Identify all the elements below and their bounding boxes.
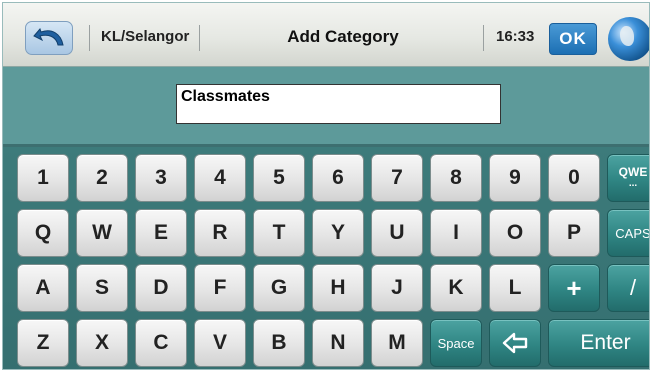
key-o[interactable]: O: [489, 209, 541, 257]
header-divider: [199, 25, 200, 51]
key-m[interactable]: M: [371, 319, 423, 367]
key-l[interactable]: L: [489, 264, 541, 312]
key-1[interactable]: 1: [17, 154, 69, 202]
key-y[interactable]: Y: [312, 209, 364, 257]
key-b[interactable]: B: [253, 319, 305, 367]
key-3[interactable]: 3: [135, 154, 187, 202]
layout-dots: ...: [628, 178, 638, 189]
layout-switch-button[interactable]: QWE ...: [607, 154, 649, 202]
key-k[interactable]: K: [430, 264, 482, 312]
header-divider: [483, 25, 484, 51]
key-j[interactable]: J: [371, 264, 423, 312]
key-8[interactable]: 8: [430, 154, 482, 202]
clock-time: 16:33: [496, 28, 535, 45]
key-p[interactable]: P: [548, 209, 600, 257]
key-4[interactable]: 4: [194, 154, 246, 202]
layout-label: QWE: [618, 165, 648, 179]
key-c[interactable]: C: [135, 319, 187, 367]
back-button[interactable]: [25, 21, 73, 55]
key-i[interactable]: I: [430, 209, 482, 257]
back-arrow-icon: [33, 28, 64, 46]
key-9[interactable]: 9: [489, 154, 541, 202]
key-h[interactable]: H: [312, 264, 364, 312]
key-r[interactable]: R: [194, 209, 246, 257]
enter-button[interactable]: Enter: [548, 319, 649, 367]
globe-icon[interactable]: [608, 17, 649, 61]
backspace-icon: [502, 332, 528, 354]
input-panel: Classmates: [3, 67, 649, 147]
plus-button[interactable]: +: [548, 264, 600, 312]
page-title: Add Category: [287, 27, 399, 46]
key-5[interactable]: 5: [253, 154, 305, 202]
key-v[interactable]: V: [194, 319, 246, 367]
key-w[interactable]: W: [76, 209, 128, 257]
key-t[interactable]: T: [253, 209, 305, 257]
key-g[interactable]: G: [253, 264, 305, 312]
backspace-button[interactable]: [489, 319, 541, 367]
region-label: KL/Selangor: [101, 28, 190, 45]
key-d[interactable]: D: [135, 264, 187, 312]
category-name-input[interactable]: Classmates: [176, 84, 501, 124]
space-button[interactable]: Space: [430, 319, 482, 367]
key-s[interactable]: S: [76, 264, 128, 312]
caps-button[interactable]: CAPS: [607, 209, 649, 257]
header-bar: KL/Selangor Add Category 16:33 OK: [3, 3, 649, 67]
header-divider: [89, 25, 90, 51]
key-u[interactable]: U: [371, 209, 423, 257]
on-screen-keyboard: 1 2 3 4 5 6 7 8 9 0 QWE ... Q W E R T Y …: [3, 147, 649, 369]
key-e[interactable]: E: [135, 209, 187, 257]
screen: KL/Selangor Add Category 16:33 OK Classm…: [2, 2, 650, 370]
key-f[interactable]: F: [194, 264, 246, 312]
key-z[interactable]: Z: [17, 319, 69, 367]
key-0[interactable]: 0: [548, 154, 600, 202]
key-2[interactable]: 2: [76, 154, 128, 202]
key-6[interactable]: 6: [312, 154, 364, 202]
ok-button[interactable]: OK: [549, 23, 597, 55]
key-n[interactable]: N: [312, 319, 364, 367]
slash-button[interactable]: /: [607, 264, 649, 312]
key-a[interactable]: A: [17, 264, 69, 312]
key-q[interactable]: Q: [17, 209, 69, 257]
key-x[interactable]: X: [76, 319, 128, 367]
key-7[interactable]: 7: [371, 154, 423, 202]
